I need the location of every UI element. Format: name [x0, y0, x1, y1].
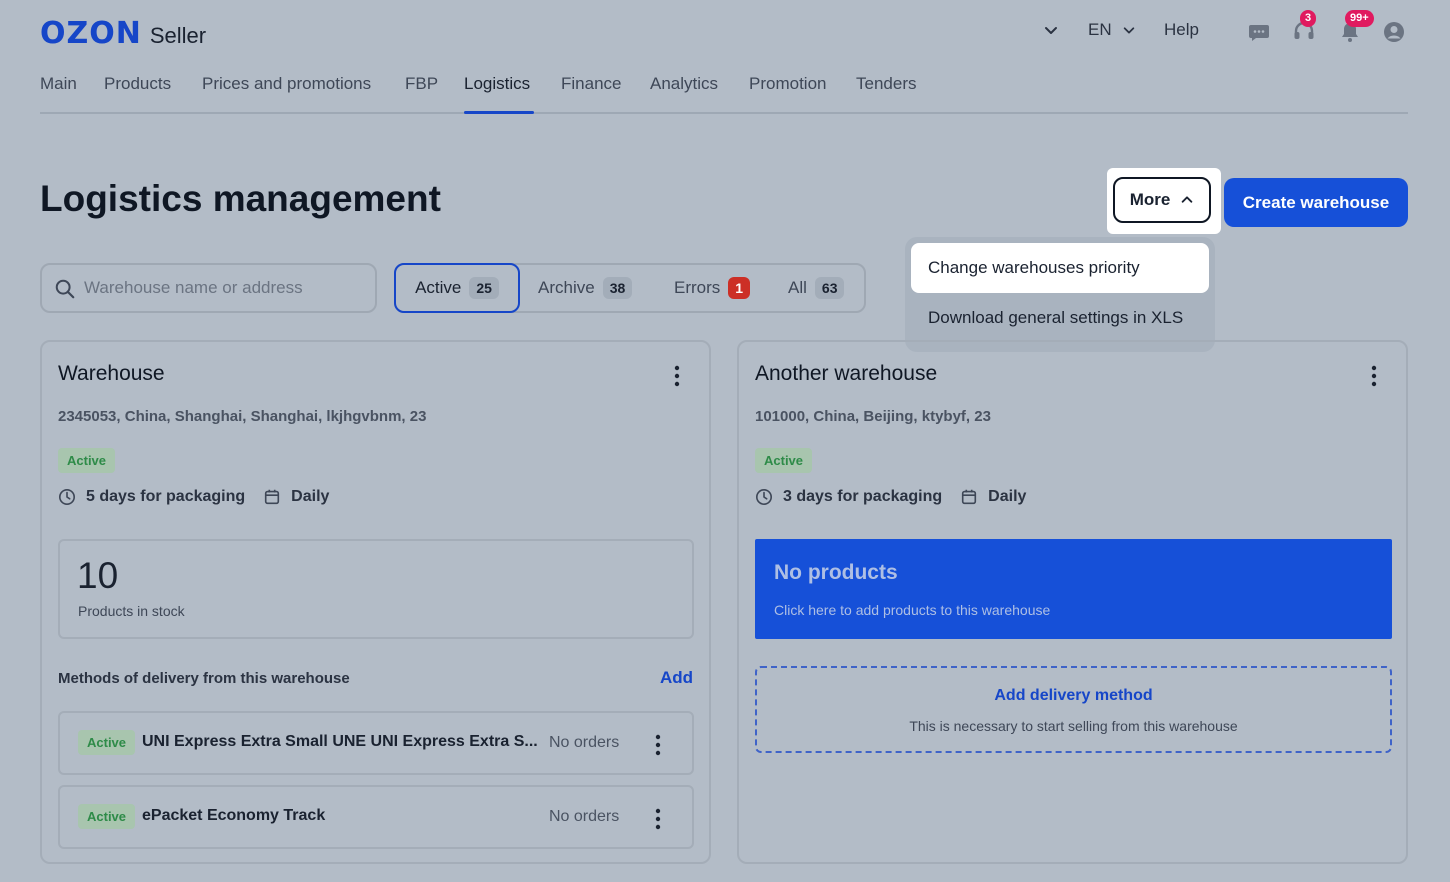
tab-label: Errors — [674, 278, 721, 297]
clock-icon — [755, 488, 773, 506]
warehouse-card: Warehouse 2345053, China, Shanghai, Shan… — [40, 340, 711, 864]
logo-product: Seller — [149, 23, 207, 48]
notifications-badge: 99+ — [1345, 10, 1374, 27]
tab-count: 25 — [469, 277, 499, 299]
tab-errors[interactable]: Errors 1 — [674, 263, 751, 313]
calendar-icon — [962, 489, 977, 505]
language-label: EN — [1088, 20, 1112, 39]
no-products-banner[interactable]: No products Click here to add products t… — [755, 539, 1392, 639]
warehouse-name[interactable]: Warehouse — [58, 362, 165, 386]
search-box — [40, 263, 377, 313]
nav-item-promotion[interactable]: Promotion — [749, 74, 826, 112]
nav-item-products[interactable]: Products — [104, 74, 171, 112]
nav-item-logistics[interactable]: Logistics — [464, 74, 534, 114]
user-icon[interactable] — [1382, 20, 1406, 44]
kebab-icon[interactable] — [1364, 364, 1384, 388]
support-button[interactable]: 3 — [1292, 10, 1318, 46]
logo-brand: OZON — [40, 16, 142, 51]
create-warehouse-button[interactable]: Create warehouse — [1224, 178, 1408, 227]
ozon-seller-logo[interactable]: OZON Seller — [40, 16, 206, 51]
add-delivery-method-link[interactable]: Add — [660, 668, 693, 688]
language-selector[interactable]: EN — [1088, 20, 1136, 40]
nav-item-finance[interactable]: Finance — [561, 74, 621, 112]
warehouse-address: 101000, China, Beijing, ktybyf, 23 — [755, 408, 991, 425]
delivery-method-orders: No orders — [549, 734, 620, 751]
kebab-icon[interactable] — [648, 733, 668, 757]
tab-label: All — [788, 278, 807, 297]
more-button[interactable]: More — [1113, 177, 1211, 223]
warehouse-meta: 5 days for packaging Daily — [58, 488, 329, 506]
menu-item-download-settings[interactable]: Download general settings in XLS — [911, 293, 1209, 343]
status-badge: Active — [78, 730, 136, 755]
notifications-button[interactable]: 99+ — [1338, 10, 1374, 46]
help-link[interactable]: Help — [1164, 20, 1199, 40]
more-button-wrapper: More — [1107, 168, 1221, 234]
nav-item-tenders[interactable]: Tenders — [856, 74, 916, 112]
search-input[interactable] — [82, 277, 366, 299]
stock-label: Products in stock — [78, 603, 185, 619]
tab-label: Archive — [538, 278, 595, 297]
tab-active[interactable]: Active 25 — [394, 263, 520, 313]
delivery-method-orders: No orders — [549, 808, 620, 825]
tab-count: 38 — [602, 277, 633, 299]
nav-item-prices-and-promotions[interactable]: Prices and promotions — [202, 74, 371, 112]
add-delivery-method-box[interactable]: Add delivery method This is necessary to… — [755, 666, 1392, 753]
nav-item-analytics[interactable]: Analytics — [650, 74, 718, 112]
no-products-subtitle: Click here to add products to this wareh… — [774, 602, 1051, 618]
kebab-icon[interactable] — [648, 807, 668, 831]
chevron-up-icon — [1181, 196, 1193, 203]
support-badge: 3 — [1300, 10, 1317, 27]
delivery-method-name: ePacket Economy Track — [142, 807, 326, 824]
search-icon — [55, 279, 75, 299]
warehouse-card: Another warehouse 101000, China, Beijing… — [737, 340, 1408, 864]
more-label: More — [1129, 190, 1171, 209]
delivery-method-row[interactable]: Active ePacket Economy Track No orders — [58, 785, 694, 849]
clock-icon — [58, 488, 76, 506]
status-filter-tabs: Active 25 Archive 38 Errors 1 All 63 — [394, 263, 866, 313]
status-badge: Active — [755, 448, 813, 473]
tab-count-error: 1 — [728, 277, 751, 299]
no-products-title: No products — [774, 561, 898, 584]
nav-item-label: Logistics — [464, 74, 531, 93]
active-tab-indicator — [464, 111, 534, 114]
delivery-method-name: UNI Express Extra Small UNE UNI Express … — [142, 733, 538, 750]
calendar-icon — [265, 489, 280, 505]
tab-label: Active — [415, 278, 462, 297]
tab-count: 63 — [814, 277, 845, 299]
nav-item-fbp[interactable]: FBP — [405, 74, 438, 112]
schedule: Daily — [988, 488, 1027, 505]
delivery-methods-heading: Methods of delivery from this warehouse — [58, 670, 350, 687]
delivery-method-row[interactable]: Active UNI Express Extra Small UNE UNI E… — [58, 711, 694, 775]
main-nav: Main Products Prices and promotions FBP … — [40, 74, 1408, 114]
chevron-down-icon[interactable] — [1043, 22, 1059, 38]
packaging-time: 3 days for packaging — [783, 488, 943, 505]
kebab-icon[interactable] — [667, 364, 687, 388]
page-title: Logistics management — [40, 178, 441, 219]
chat-icon[interactable] — [1247, 20, 1271, 44]
warehouse-meta: 3 days for packaging Daily — [755, 488, 1026, 506]
packaging-time: 5 days for packaging — [86, 488, 246, 505]
chevron-down-icon — [1123, 27, 1134, 34]
status-badge: Active — [78, 804, 136, 829]
nav-item-main[interactable]: Main — [40, 74, 77, 112]
status-badge: Active — [58, 448, 116, 473]
add-delivery-method-title: Add delivery method — [994, 687, 1153, 704]
stock-summary[interactable]: 10 Products in stock — [58, 539, 694, 639]
add-delivery-method-subtitle: This is necessary to start selling from … — [909, 718, 1238, 734]
warehouse-address: 2345053, China, Shanghai, Shanghai, lkjh… — [58, 408, 427, 425]
more-dropdown-menu: Change warehouses priority Download gene… — [905, 237, 1215, 352]
schedule: Daily — [291, 488, 330, 505]
menu-item-change-priority[interactable]: Change warehouses priority — [911, 243, 1209, 293]
stock-count: 10 — [77, 555, 119, 596]
tab-archive[interactable]: Archive 38 — [538, 263, 633, 313]
warehouse-name[interactable]: Another warehouse — [755, 362, 937, 386]
tab-all[interactable]: All 63 — [788, 263, 845, 313]
